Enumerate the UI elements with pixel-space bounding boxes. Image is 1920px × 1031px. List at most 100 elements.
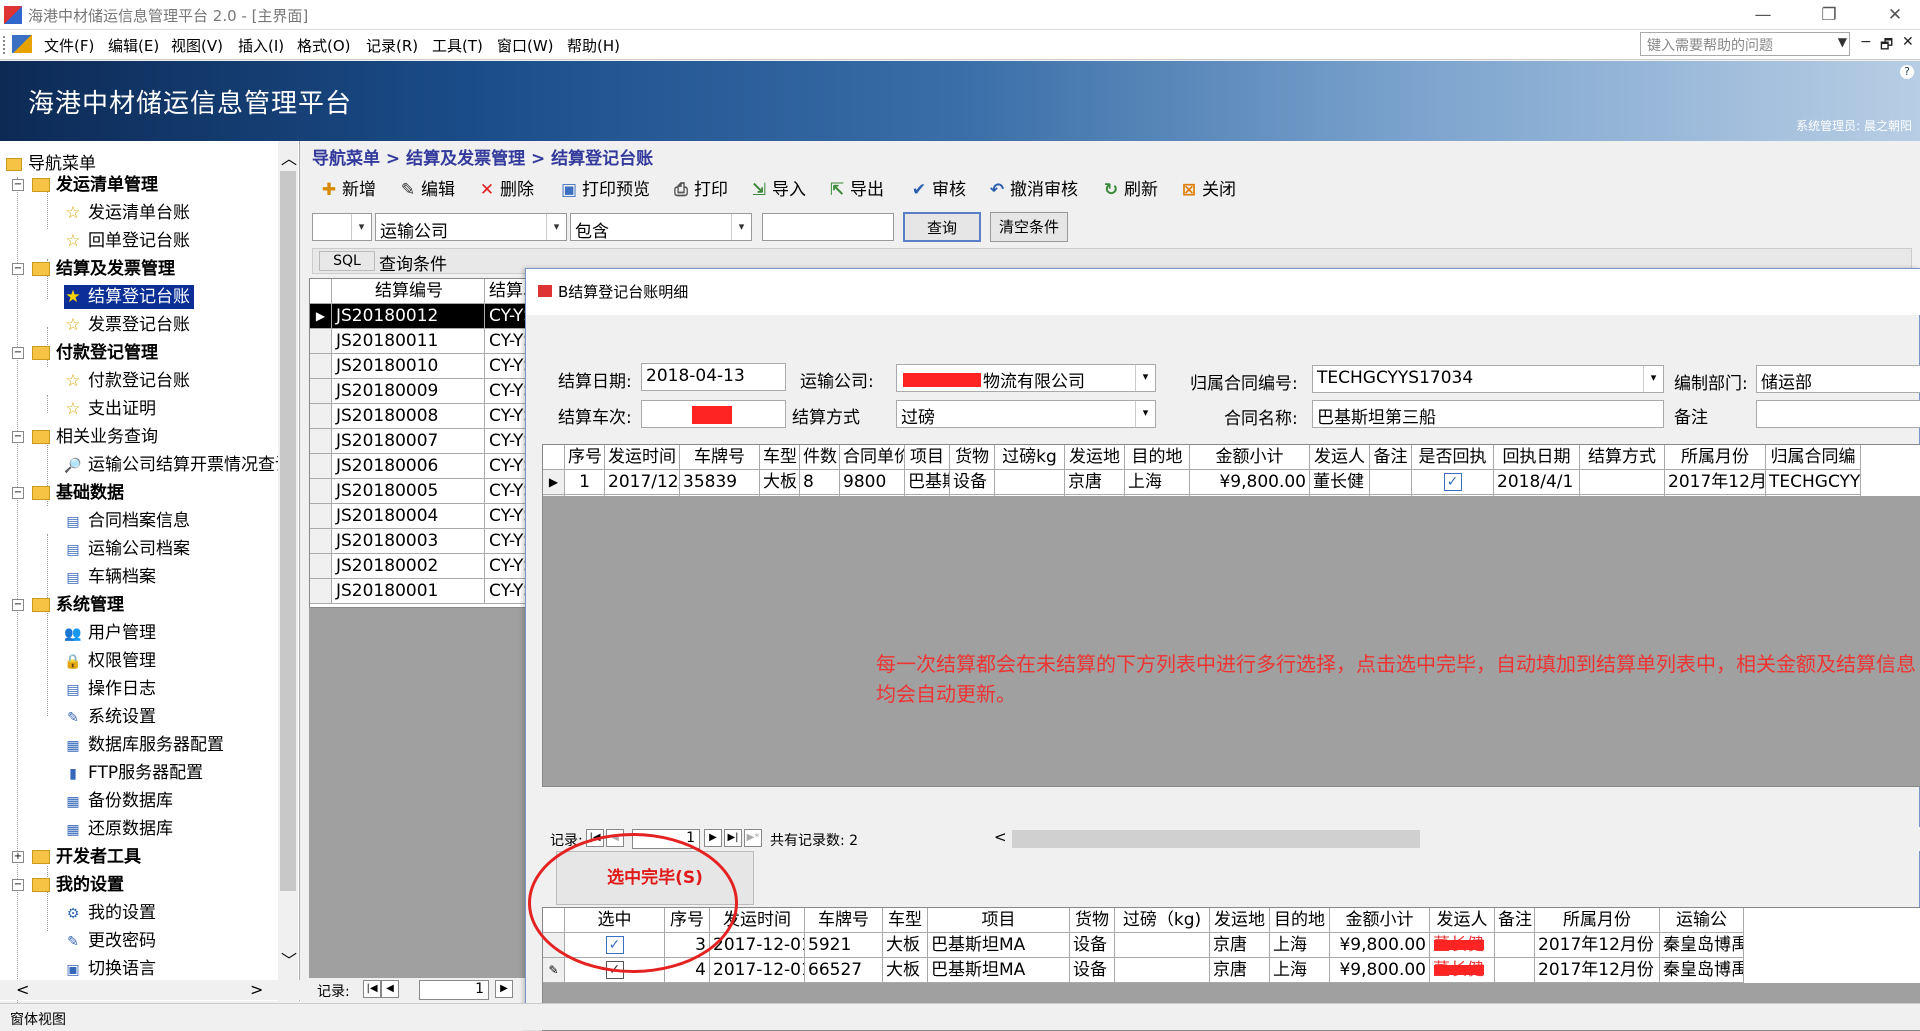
- collapse-icon[interactable]: −: [12, 431, 24, 443]
- nav-item-backup-db[interactable]: ▦ 备份数据库: [64, 789, 173, 813]
- settlement-ref-cell[interactable]: CY-YS: [484, 504, 530, 528]
- minimize-button[interactable]: —: [1740, 0, 1786, 30]
- table-row[interactable]: JS20180003 CY-YS: [310, 529, 530, 554]
- table-cell[interactable]: 大板: [760, 470, 800, 495]
- table-row[interactable]: JS20180002 CY-YS: [310, 554, 530, 579]
- edit-button[interactable]: ✎ 编辑: [399, 175, 455, 200]
- department-field[interactable]: 储运部: [1756, 365, 1920, 393]
- table-cell[interactable]: 8: [800, 470, 840, 495]
- scroll-left-icon[interactable]: <: [16, 980, 29, 999]
- settlement-ref-cell[interactable]: CY-YS: [484, 329, 530, 353]
- nav-item-vehicle-archive[interactable]: ▤ 车辆档案: [64, 565, 156, 589]
- table-cell[interactable]: 京唐: [1065, 470, 1125, 495]
- import-button[interactable]: ⇲ 导入: [750, 175, 806, 200]
- row-selector[interactable]: [310, 379, 332, 403]
- column-header[interactable]: 备注: [1495, 908, 1535, 933]
- row-selector[interactable]: ▶: [543, 470, 565, 495]
- filter-operator-select[interactable]: 包含 ▾: [570, 213, 752, 242]
- table-cell[interactable]: 设备: [1070, 933, 1115, 958]
- column-header[interactable]: 序号: [565, 445, 605, 470]
- nav-group-query[interactable]: − 相关业务查询: [12, 425, 158, 449]
- sql-button[interactable]: SQL: [319, 251, 375, 271]
- column-header[interactable]: 回执日期: [1494, 445, 1580, 470]
- table-cell[interactable]: 2017年12月份: [1665, 470, 1766, 495]
- table-cell[interactable]: 大板: [883, 933, 928, 958]
- column-header[interactable]: 金额小计: [1190, 445, 1310, 470]
- row-selector[interactable]: [310, 354, 332, 378]
- clear-conditions-button[interactable]: 清空条件: [990, 212, 1068, 242]
- nav-item-my-settings[interactable]: ⚙ 我的设置: [64, 901, 156, 925]
- table-cell[interactable]: 京唐: [1210, 958, 1270, 983]
- table-row[interactable]: JS20180008 CY-YS: [310, 404, 530, 429]
- table-cell[interactable]: 巴基斯: [905, 470, 950, 495]
- menu-tools[interactable]: 工具(T): [432, 35, 483, 56]
- print-preview-button[interactable]: ▣ 打印预览: [560, 175, 650, 200]
- table-cell[interactable]: 2018/4/1: [1494, 470, 1580, 495]
- table-cell[interactable]: 上海: [1125, 470, 1190, 495]
- last-record-icon[interactable]: ▶|: [724, 829, 742, 847]
- row-selector[interactable]: [310, 454, 332, 478]
- settlement-number-cell[interactable]: JS20180001: [336, 579, 482, 603]
- table-row[interactable]: JS20180005 CY-YS: [310, 479, 530, 504]
- table-row[interactable]: JS20180007 CY-YS: [310, 429, 530, 454]
- contract-no-select[interactable]: TECHGCYYS17034 ▾: [1312, 365, 1664, 393]
- menu-edit[interactable]: 编辑(E): [108, 35, 159, 56]
- mdi-restore-button[interactable]: 🗗: [1880, 34, 1893, 58]
- settlement-number-cell[interactable]: JS20180009: [336, 379, 482, 403]
- table-row[interactable]: JS20180011 CY-YS: [310, 329, 530, 354]
- table-cell[interactable]: [1495, 958, 1535, 983]
- nav-item-permissions[interactable]: 🔒 权限管理: [64, 649, 156, 673]
- column-header[interactable]: 结算编号: [336, 279, 482, 303]
- add-button[interactable]: ✚ 新增: [320, 175, 376, 200]
- sql-condition-input[interactable]: 查询条件: [379, 250, 447, 275]
- settlement-ref-cell[interactable]: CY-YS: [484, 429, 530, 453]
- trip-count-field[interactable]: [641, 400, 786, 428]
- collapse-icon[interactable]: −: [12, 599, 24, 611]
- settlement-number-cell[interactable]: JS20180012: [336, 304, 482, 328]
- table-cell[interactable]: 2017-12-01: [710, 958, 805, 983]
- chevron-down-icon[interactable]: ▾: [546, 214, 566, 240]
- column-header[interactable]: 运输公: [1660, 908, 1744, 933]
- row-selector[interactable]: [310, 529, 332, 553]
- column-header[interactable]: 目的地: [1270, 908, 1330, 933]
- table-cell[interactable]: [1370, 470, 1412, 495]
- settlement-number-cell[interactable]: JS20180010: [336, 354, 482, 378]
- row-selector[interactable]: ✎: [543, 958, 565, 983]
- column-header[interactable]: 过磅kg: [995, 445, 1065, 470]
- table-row[interactable]: ▶ JS20180012 CY-YS: [310, 304, 530, 329]
- settlement-number-cell[interactable]: JS20180002: [336, 554, 482, 578]
- nav-item-user-management[interactable]: 👥 用户管理: [64, 621, 156, 645]
- column-header[interactable]: 所属月份: [1665, 445, 1766, 470]
- expand-icon[interactable]: +: [12, 851, 24, 863]
- horizontal-scroll-thumb[interactable]: [1012, 830, 1420, 848]
- table-cell[interactable]: TECHGCYYS: [1766, 470, 1861, 495]
- row-selector[interactable]: [310, 579, 332, 603]
- row-selector[interactable]: [310, 404, 332, 428]
- column-header[interactable]: 车牌号: [805, 908, 883, 933]
- column-header[interactable]: 发运地: [1210, 908, 1270, 933]
- nav-item-receipt-ledger[interactable]: ☆ 回单登记台账: [64, 229, 190, 253]
- refresh-button[interactable]: ↻ 刷新: [1102, 175, 1158, 200]
- mdi-minimize-button[interactable]: −: [1860, 34, 1872, 50]
- scroll-left-icon[interactable]: <: [994, 828, 1007, 846]
- row-selector[interactable]: [310, 429, 332, 453]
- column-header[interactable]: 发运地: [1065, 445, 1125, 470]
- table-cell[interactable]: 设备: [1070, 958, 1115, 983]
- company-select[interactable]: 物流有限公司 ▾: [896, 364, 1156, 392]
- chevron-down-icon[interactable]: ▾: [351, 214, 371, 240]
- nav-item-expense-proof[interactable]: ☆ 支出证明: [64, 397, 156, 421]
- menu-insert[interactable]: 插入(I): [238, 35, 284, 56]
- nav-group-dev-tools[interactable]: + 开发者工具: [12, 845, 141, 869]
- table-cell[interactable]: 35839: [680, 470, 760, 495]
- record-number-input[interactable]: 1: [419, 980, 489, 1000]
- table-cell[interactable]: 巴基斯坦MA: [928, 958, 1070, 983]
- nav-item-ftp-config[interactable]: ▮ FTP服务器配置: [64, 761, 203, 785]
- column-header[interactable]: 发运人: [1430, 908, 1495, 933]
- settlement-ref-cell[interactable]: CY-YS: [484, 579, 530, 603]
- query-button[interactable]: 查询: [903, 212, 981, 242]
- nav-header[interactable]: 导航菜单: [6, 149, 96, 174]
- nav-item-db-server-config[interactable]: ▦ 数据库服务器配置: [64, 733, 224, 757]
- settlement-number-cell[interactable]: JS20180008: [336, 404, 482, 428]
- settlement-ref-cell[interactable]: CY-YS: [484, 529, 530, 553]
- nav-horizontal-scrollbar[interactable]: < >: [0, 980, 300, 1000]
